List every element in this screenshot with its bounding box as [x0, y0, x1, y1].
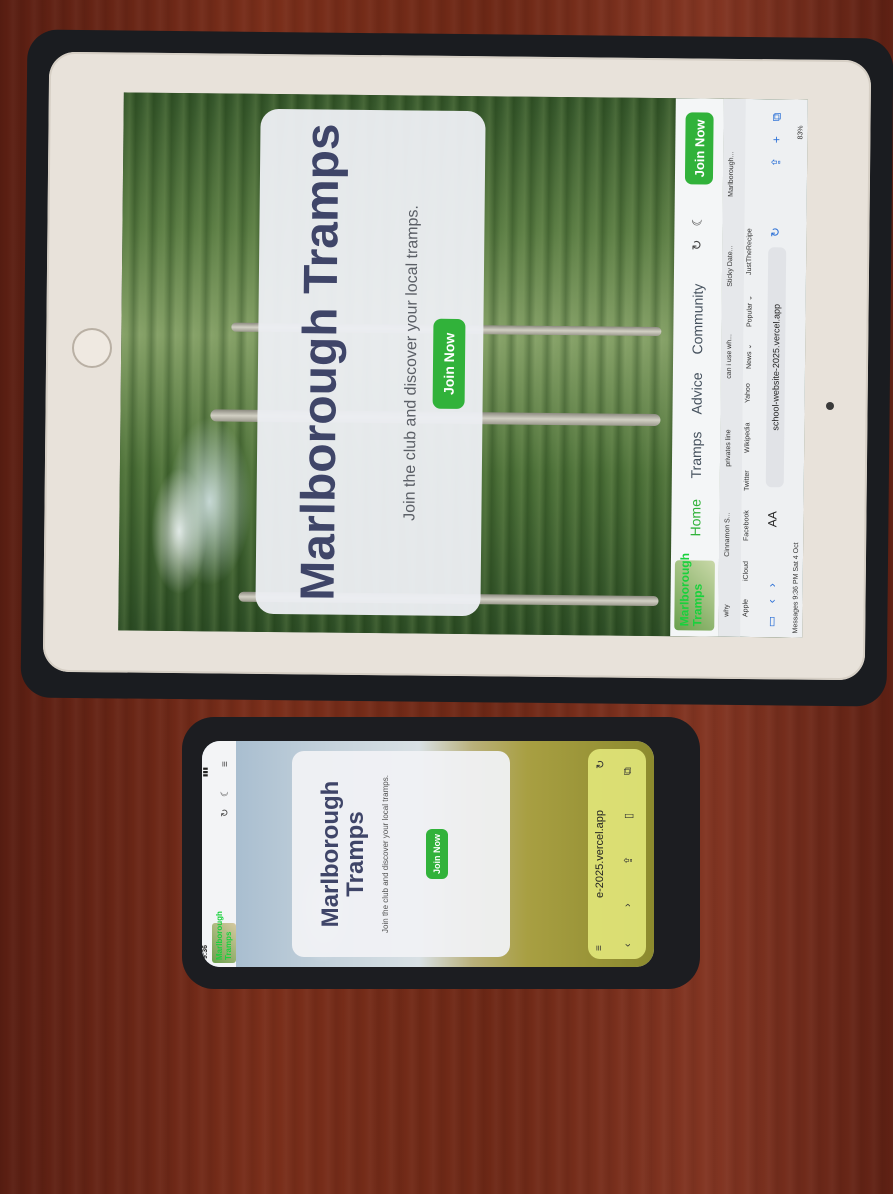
phone-url[interactable]: e-2025.vercel.app — [594, 749, 606, 959]
hero-subtitle: Join the club and discover your local tr… — [401, 205, 422, 521]
browser-chrome: Messages 9:36 PM Sat 4 Oct 83% why Cinna… — [718, 98, 808, 638]
favorite-link[interactable]: News ⌄ — [745, 344, 753, 369]
site-nav: Marlborough Tramps Home Tramps Advice Co… — [670, 98, 724, 637]
phone-site-nav: 9:36 ▮▮▮ Marlborough Tramps ↻ ☾ ≡ — [202, 741, 236, 967]
phone-address-bar: ≡ e-2025.vercel.app ↻ ‹ › ⇪ ▯ ⧉ — [588, 749, 646, 959]
tab-item[interactable]: Marlborough... — [728, 152, 735, 197]
address-bar[interactable]: school-website-2025.vercel.app — [765, 247, 787, 488]
signal-icon: ▮▮▮ — [203, 767, 209, 777]
plus-icon[interactable]: + — [769, 136, 783, 143]
favorite-link[interactable]: Popular ⌄ — [745, 295, 753, 327]
favorite-link[interactable]: Twitter — [744, 470, 751, 491]
tab-item[interactable]: can i use wh... — [726, 334, 733, 379]
nav-community[interactable]: Community — [689, 284, 706, 355]
bookmarks-icon[interactable]: ▯ — [622, 813, 635, 819]
menu-icon[interactable]: ≡ — [220, 761, 231, 767]
tab-item[interactable]: privates line — [725, 429, 732, 466]
tab-bar: why Cinnamon S... privates line can i us… — [718, 98, 746, 637]
refresh-icon[interactable]: ↻ — [689, 239, 705, 250]
share-icon[interactable]: ⇪ — [622, 856, 635, 865]
moon-icon[interactable]: ☾ — [689, 215, 705, 227]
nav-home[interactable]: Home — [687, 499, 703, 537]
nav-join-button[interactable]: Join Now — [684, 112, 714, 185]
status-left: Messages 9:36 PM Sat 4 Oct — [792, 542, 801, 634]
tabs-icon[interactable]: ⧉ — [622, 767, 635, 775]
phone-hero-subtitle: Join the club and discover your local tr… — [381, 775, 390, 933]
ipad-webpage: Marlborough Tramps Join the club and dis… — [118, 92, 808, 638]
hero-card: Marlborough Tramps Join the club and dis… — [255, 108, 486, 617]
battery-level: 83% — [797, 125, 805, 140]
home-button[interactable] — [72, 328, 112, 368]
tab-item[interactable]: why — [723, 604, 730, 617]
favorite-link[interactable]: JustTheRecipe — [746, 228, 753, 275]
moon-icon[interactable]: ☾ — [220, 788, 231, 797]
share-icon[interactable]: ⇪ — [769, 157, 783, 167]
ipad-screen: Marlborough Tramps Join the club and dis… — [118, 92, 808, 638]
site-logo[interactable]: Marlborough Tramps — [674, 553, 715, 631]
phone-join-now-button[interactable]: Join Now — [426, 829, 448, 879]
phone-screen: 9:36 ▮▮▮ Marlborough Tramps ↻ ☾ ≡ Marlbo… — [202, 741, 654, 967]
refresh-icon[interactable]: ↻ — [768, 227, 782, 237]
favorite-link[interactable]: Facebook — [743, 510, 750, 541]
favorite-link[interactable]: Apple — [742, 599, 749, 617]
nav-advice[interactable]: Advice — [688, 372, 704, 414]
forward-icon[interactable]: › — [765, 583, 779, 587]
phone-hero-title: Marlborough Tramps — [317, 780, 369, 928]
phone-hero-card: Marlborough Tramps Join the club and dis… — [292, 751, 510, 957]
nav-tramps[interactable]: Tramps — [688, 431, 704, 478]
back-icon[interactable]: ‹ — [622, 943, 634, 947]
hero-title: Marlborough Tramps — [291, 123, 350, 601]
phone-status-bar: 9:36 ▮▮▮ — [202, 741, 212, 967]
phone-webpage: 9:36 ▮▮▮ Marlborough Tramps ↻ ☾ ≡ Marlbo… — [202, 741, 654, 967]
browser-toolbar: ▭ ‹ › AA school-website-2025.vercel.app … — [762, 99, 798, 637]
phone-time: 9:36 — [202, 944, 209, 959]
reader-button[interactable]: AA — [765, 511, 779, 527]
tab-item[interactable]: Cinnamon S... — [724, 512, 731, 556]
forward-icon[interactable]: › — [622, 903, 634, 907]
favorite-link[interactable]: iCloud — [743, 561, 750, 581]
tab-item[interactable]: Sticky Date... — [727, 246, 734, 287]
tabs-icon[interactable]: ⧉ — [770, 113, 785, 122]
back-icon[interactable]: ‹ — [765, 599, 779, 603]
refresh-icon[interactable]: ↻ — [220, 809, 231, 817]
join-now-button[interactable]: Join Now — [432, 318, 466, 410]
refresh-icon[interactable]: ↻ — [594, 760, 607, 769]
sidebar-icon[interactable]: ▭ — [764, 616, 778, 627]
favorite-link[interactable]: Yahoo — [745, 383, 752, 403]
favorite-link[interactable]: Wikipedia — [744, 423, 751, 453]
phone-site-logo[interactable]: Marlborough Tramps — [212, 911, 236, 963]
camera-icon — [826, 402, 834, 410]
